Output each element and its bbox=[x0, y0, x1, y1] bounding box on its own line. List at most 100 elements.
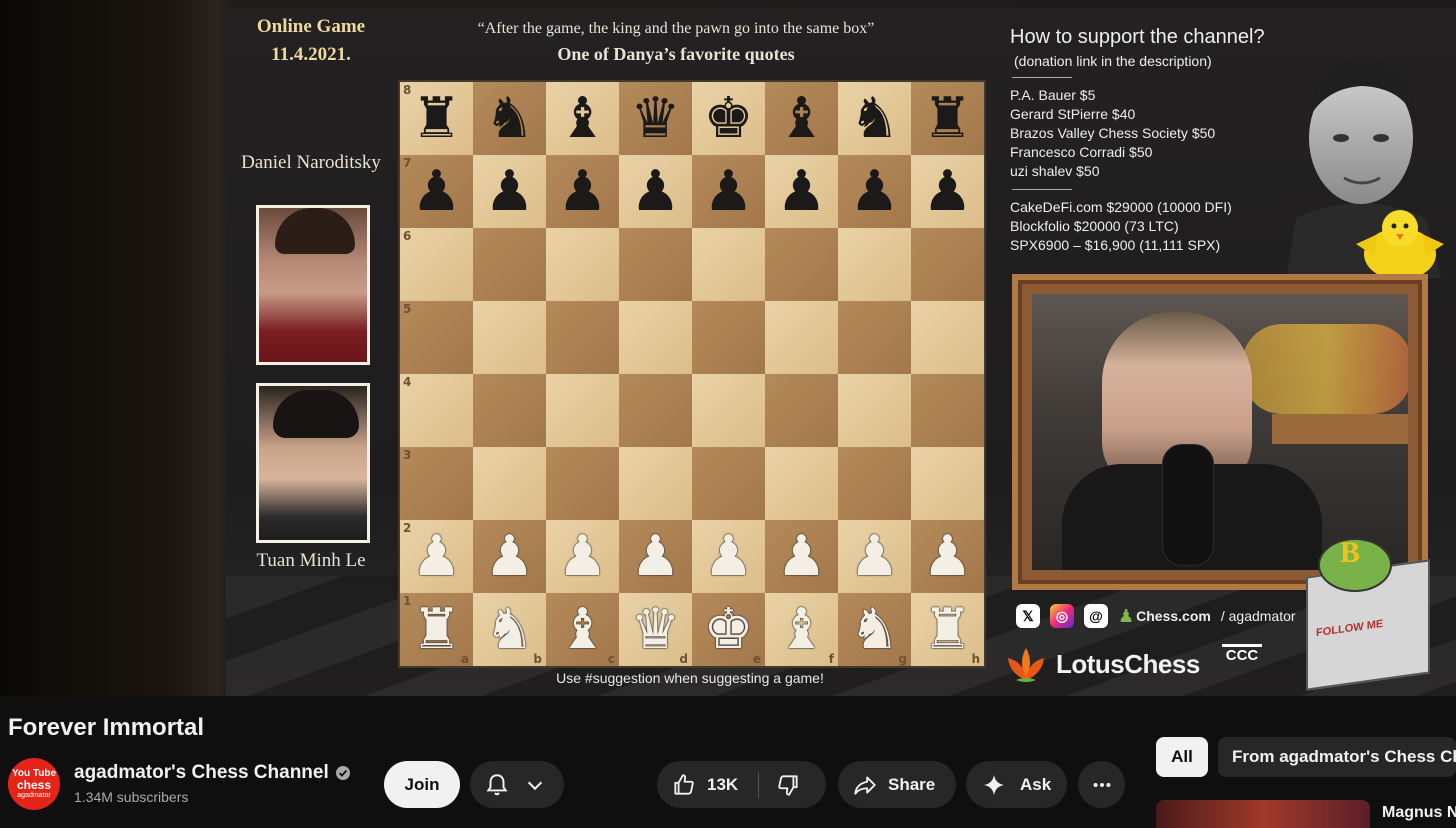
rank-label: 6 bbox=[403, 229, 412, 243]
square-h7: ♟ bbox=[911, 155, 984, 228]
black-knight-icon: ♞ bbox=[849, 85, 900, 151]
donor-entry: Francesco Corradi $50 bbox=[1010, 144, 1153, 160]
x-icon[interactable]: 𝕏 bbox=[1016, 604, 1040, 628]
white-bishop-icon: ♝ bbox=[776, 596, 827, 662]
black-pawn-icon: ♟ bbox=[776, 158, 827, 224]
black-pawn-icon: ♟ bbox=[411, 158, 462, 224]
square-g8: ♞ bbox=[838, 82, 911, 155]
thumbs-up-icon bbox=[674, 773, 694, 795]
lotus-icon bbox=[1008, 648, 1044, 682]
square-f8: ♝ bbox=[765, 82, 838, 155]
square-d6 bbox=[619, 228, 692, 301]
square-a5: 5 bbox=[400, 301, 473, 374]
white-pawn-icon: ♟ bbox=[776, 523, 827, 589]
square-g2: ♟ bbox=[838, 520, 911, 593]
square-c1: c ♝ bbox=[546, 593, 619, 666]
square-f3 bbox=[765, 447, 838, 520]
share-button[interactable]: Share bbox=[838, 761, 956, 808]
white-queen-icon: ♛ bbox=[630, 596, 681, 662]
chip-all[interactable]: All bbox=[1156, 737, 1208, 777]
square-h6 bbox=[911, 228, 984, 301]
rank-label: 7 bbox=[403, 156, 412, 170]
black-pawn-icon: ♟ bbox=[849, 158, 900, 224]
player-top-photo bbox=[256, 205, 370, 365]
square-c2: ♟ bbox=[546, 520, 619, 593]
ask-button[interactable]: Ask bbox=[966, 761, 1067, 808]
white-knight-icon: ♞ bbox=[484, 596, 535, 662]
support-heading: How to support the channel? bbox=[1010, 26, 1265, 48]
black-queen-icon: ♛ bbox=[630, 85, 681, 151]
like-count: 13K bbox=[707, 774, 739, 794]
rank-label: 8 bbox=[403, 83, 412, 97]
square-f2: ♟ bbox=[765, 520, 838, 593]
white-knight-icon: ♞ bbox=[849, 596, 900, 662]
square-f6 bbox=[765, 228, 838, 301]
join-button[interactable]: Join bbox=[384, 761, 460, 808]
like-dislike-group: 13K bbox=[657, 761, 826, 808]
notification-bell-button[interactable] bbox=[470, 761, 564, 808]
square-b3 bbox=[473, 447, 546, 520]
more-actions-button[interactable] bbox=[1078, 761, 1125, 808]
white-pawn-icon: ♟ bbox=[557, 523, 608, 589]
chesscom-logo[interactable]: ♟ Chess.com bbox=[1118, 606, 1211, 627]
share-arrow-icon bbox=[854, 775, 876, 795]
square-d2: ♟ bbox=[619, 520, 692, 593]
more-dots-icon bbox=[1093, 782, 1110, 787]
channel-name[interactable]: agadmator's Chess Channel bbox=[74, 762, 351, 784]
player-top-name: Daniel Naroditsky bbox=[241, 152, 381, 173]
white-bishop-icon: ♝ bbox=[557, 596, 608, 662]
social-handle: / agadmator bbox=[1220, 608, 1296, 624]
lotuschess-logo: LotusChess bbox=[1004, 644, 1200, 684]
game-date: 11.4.2021. bbox=[271, 44, 351, 65]
square-e5 bbox=[692, 301, 765, 374]
video-player[interactable]: Online Game 11.4.2021. Daniel Naroditsky… bbox=[0, 0, 1456, 696]
file-label: h bbox=[971, 652, 980, 666]
file-label: g bbox=[898, 652, 907, 666]
donor-entry: P.A. Bauer $5 bbox=[1010, 87, 1096, 103]
like-button[interactable]: 13K bbox=[657, 761, 738, 808]
file-label: b bbox=[533, 652, 542, 666]
donor-entry: uzi shalev $50 bbox=[1010, 163, 1100, 179]
square-g7: ♟ bbox=[838, 155, 911, 228]
square-h8: ♜ bbox=[911, 82, 984, 155]
file-label: e bbox=[752, 652, 761, 666]
square-c6 bbox=[546, 228, 619, 301]
square-e4 bbox=[692, 374, 765, 447]
square-e6 bbox=[692, 228, 765, 301]
bell-icon bbox=[486, 773, 508, 795]
verified-check-icon bbox=[335, 766, 350, 780]
sponsor-entry: CakeDeFi.com $29000 (10000 DFI) bbox=[1010, 199, 1232, 215]
threads-icon[interactable]: @ bbox=[1084, 604, 1108, 628]
chip-from-channel[interactable]: From agadmator's Chess Channel bbox=[1218, 737, 1456, 777]
square-a3: 3 bbox=[400, 447, 473, 520]
square-f4 bbox=[765, 374, 838, 447]
donor-entry: Gerard StPierre $40 bbox=[1010, 106, 1136, 122]
instagram-icon[interactable]: ◎ bbox=[1050, 604, 1074, 628]
black-pawn-icon: ♟ bbox=[922, 158, 973, 224]
sparkle-icon bbox=[984, 774, 1004, 795]
channel-avatar[interactable]: You Tube chess agadmator bbox=[8, 758, 60, 810]
square-d4 bbox=[619, 374, 692, 447]
support-panel: How to support the channel? (donation li… bbox=[1010, 26, 1310, 255]
recommended-video-title[interactable]: Magnus N bbox=[1382, 804, 1456, 822]
black-knight-icon: ♞ bbox=[484, 85, 535, 151]
square-c8: ♝ bbox=[546, 82, 619, 155]
player-bottom-photo bbox=[256, 383, 370, 543]
chess-board: 8 ♜ ♞ ♝ ♛ ♚ ♝ ♞ ♜ 7 ♟ ♟ ♟ ♟ ♟ ♟ ♟ ♟ 6 5 4 3 2 ♟ ♟ ♟ ♟ ♟ ♟ ♟ ♟ 1 a ♜ b ♞ c ♝ d ♛… bbox=[398, 80, 986, 668]
square-a6: 6 bbox=[400, 228, 473, 301]
square-b4 bbox=[473, 374, 546, 447]
rank-label: 1 bbox=[403, 594, 412, 608]
square-e2: ♟ bbox=[692, 520, 765, 593]
black-pawn-icon: ♟ bbox=[557, 158, 608, 224]
square-c5 bbox=[546, 301, 619, 374]
follow-me-text: FOLLOW ME bbox=[1316, 617, 1384, 640]
dislike-button[interactable] bbox=[759, 761, 801, 808]
recommended-video-thumbnail[interactable] bbox=[1156, 800, 1370, 828]
square-b1: b ♞ bbox=[473, 593, 546, 666]
black-rook-icon: ♜ bbox=[922, 85, 973, 151]
square-b7: ♟ bbox=[473, 155, 546, 228]
white-pawn-icon: ♟ bbox=[484, 523, 535, 589]
video-frame: Online Game 11.4.2021. Daniel Naroditsky… bbox=[226, 8, 1456, 696]
square-b6 bbox=[473, 228, 546, 301]
square-a8: 8 ♜ bbox=[400, 82, 473, 155]
